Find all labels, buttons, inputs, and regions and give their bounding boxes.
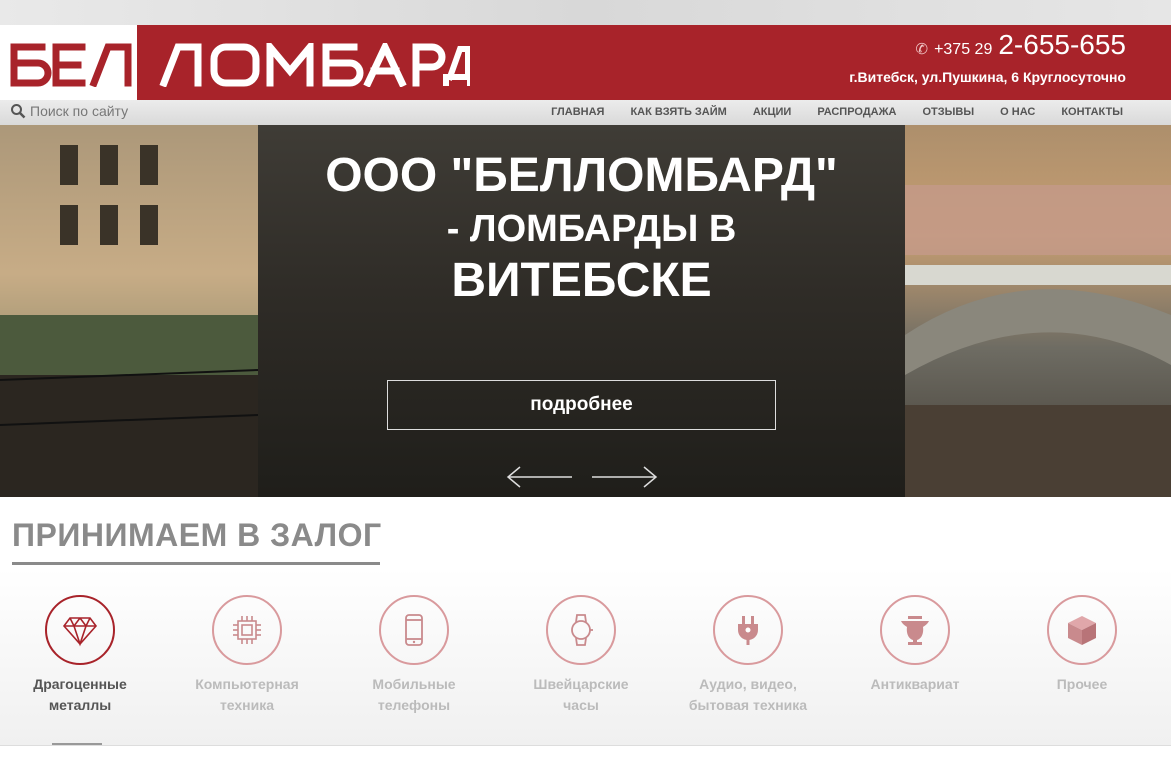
hero-heading: ООО "БЕЛЛОМБАРД" - ЛОМБАРДЫ В ВИТЕБСКЕ [258,147,905,309]
phone-icon [405,614,423,646]
section-title-underline [12,562,380,565]
nav-item-home[interactable]: ГЛАВНАЯ [551,106,604,118]
nav-item-promotions[interactable]: АКЦИИ [753,106,792,118]
category-label: Драгоценные металлы [33,676,127,713]
more-button[interactable]: подробнее [387,380,776,430]
slider-next-arrow-icon[interactable] [590,465,658,489]
hero-photo-left [0,125,259,497]
top-strip [0,0,1171,25]
section-title: ПРИНИМАЕМ В ЗАЛОГ [12,517,382,553]
plug-icon [738,616,758,645]
hero-title-line3: ВИТЕБСКЕ [451,254,712,307]
category-other[interactable]: Прочее [1002,595,1162,695]
logo[interactable] [8,43,470,87]
nav-item-reviews[interactable]: ОТЗЫВЫ [923,106,975,118]
category-label: Аудио, видео, бытовая техника [688,676,808,713]
category-icon-circle [212,595,282,665]
search-icon [11,104,26,119]
category-icon-circle [45,595,115,665]
category-icon-circle [546,595,616,665]
category-swiss-watches[interactable]: Швейцарские часы [501,595,661,716]
search-box[interactable]: Поиск по сайту [10,103,128,119]
main-nav: ГЛАВНАЯ КАК ВЗЯТЬ ЗАЙМ АКЦИИ РАСПРОДАЖА … [551,106,1123,118]
building-illustration [0,125,259,497]
bridge-illustration [905,185,1171,497]
category-computers[interactable]: Компьютерная техника [167,595,327,716]
category-icon-circle [880,595,950,665]
section-divider [0,745,1171,746]
nav-item-sale[interactable]: РАСПРОДАЖА [817,106,896,118]
category-label: Прочее [1056,676,1108,692]
hero-slider: ООО "БЕЛЛОМБАРД" - ЛОМБАРДЫ В ВИТЕБСКЕ [0,125,1171,497]
category-label: Компьютерная техника [195,676,299,713]
category-label: Мобильные телефоны [372,676,456,713]
nav-item-how-to-borrow[interactable]: КАК ВЗЯТЬ ЗАЙМ [630,106,726,118]
hero-title-line2: - ЛОМБАРДЫ В [446,208,737,250]
phone-number[interactable]: 2-655-655 [998,29,1126,61]
hero-title-line1: ООО "БЕЛЛОМБАРД" [325,149,838,202]
category-label: Антиквариат [870,676,960,692]
address: г.Витебск, ул.Пушкина, 6 Круглосуточно [849,69,1126,85]
category-label: Швейцарские часы [533,676,629,713]
category-antiques[interactable]: Антиквариат [835,595,995,695]
watch-icon [571,614,593,646]
phone-block[interactable]: ✆ +375 29 2-655-655 [915,29,1126,61]
slider-prev-arrow-icon[interactable] [506,465,574,489]
category-audio-video[interactable]: Аудио, видео, бытовая техника [668,595,828,716]
diamond-icon [62,617,98,647]
category-icon-circle [1047,595,1117,665]
category-icon-circle [713,595,783,665]
category-mobile-phones[interactable]: Мобильные телефоны [334,595,494,716]
box-icon [1068,616,1096,645]
category-icon-circle [379,595,449,665]
hero-photo-right [905,125,1171,497]
phone-code: +375 29 [934,41,993,58]
nav-item-about[interactable]: О НАС [1000,106,1035,118]
search-input[interactable]: Поиск по сайту [30,103,128,119]
category-precious-metals[interactable]: Драгоценные металлы [0,595,160,716]
phone-handset-icon: ✆ [915,41,929,58]
nav-item-contacts[interactable]: КОНТАКТЫ [1061,106,1123,118]
chip-icon [233,616,261,644]
vase-icon [901,616,929,645]
